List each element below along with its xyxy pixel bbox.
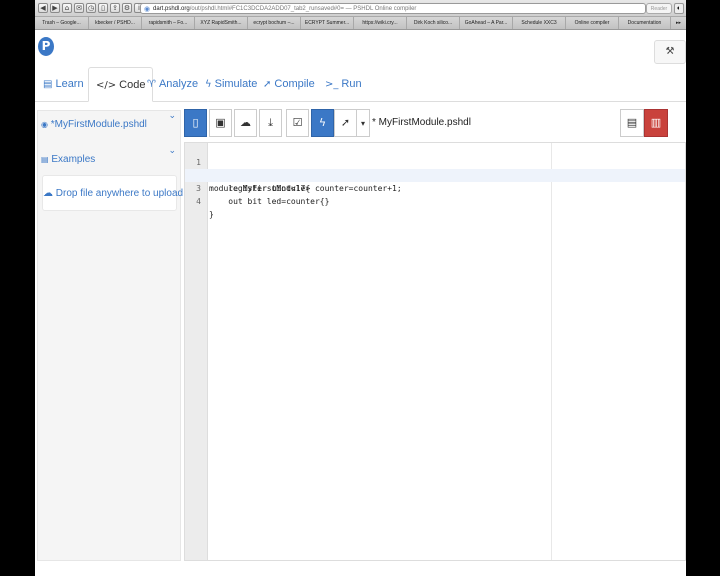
bookmark-item[interactable]: Schedule XXC3 [513, 17, 566, 29]
tab-label: Learn [55, 78, 84, 90]
download-icon: ⤓ [268, 116, 273, 129]
clipboard-icon: ▤ [626, 116, 638, 129]
forward-icon[interactable]: ▶ [50, 3, 60, 13]
bolt-icon: ϟ [205, 79, 212, 90]
main-nav: ▤ Learn </> Code ♈ Analyze ϟ Simulate ➚ Compi… [35, 67, 686, 102]
mail-icon[interactable]: ✉ [74, 3, 84, 13]
bookmark-item[interactable]: rapidsmith – Fo... [142, 17, 195, 29]
book-icon: ▤ [41, 155, 49, 164]
sidebar-item-examples[interactable]: ▤ Examples ⌄ [38, 146, 182, 174]
bookmarks-more-icon[interactable]: ▸▸ [671, 17, 686, 29]
tools-icon[interactable]: ⚙ [122, 3, 132, 13]
extension-icon[interactable]: ◐ [674, 3, 684, 14]
module-label: *MyFirstModule.pshdl [50, 119, 147, 130]
share-icon[interactable]: ⇪ [110, 3, 120, 13]
bookmark-icon[interactable]: ▯ [98, 3, 108, 13]
bookmark-item[interactable]: https://wiki.cry... [354, 17, 407, 29]
print-margin [551, 143, 552, 560]
terminal-icon: >_ [325, 79, 339, 90]
wrench-icon: ⚒ [665, 46, 675, 57]
bookmark-item[interactable]: Online compiler [566, 17, 619, 29]
tab-analyze[interactable]: ♈ Analyze [147, 67, 198, 102]
rocket-icon: ➚ [263, 79, 272, 90]
clipboard-button[interactable]: ▤ [620, 109, 644, 137]
eye-icon: ◉ [41, 120, 48, 129]
code-line[interactable]: 4 } [185, 182, 685, 219]
back-icon[interactable]: ◀ [38, 3, 48, 13]
tab-simulate[interactable]: ϟ Simulate [205, 67, 257, 102]
tab-label: Code [119, 79, 146, 91]
save-button[interactable]: ▣ [209, 109, 232, 137]
reader-button[interactable]: Reader [646, 3, 672, 14]
bookmark-item[interactable]: kbecker / PSHD... [89, 17, 142, 29]
chevron-down-icon[interactable]: ⌄ [168, 146, 176, 156]
bookmark-item[interactable]: Trash – Google... [35, 17, 89, 29]
browser-window: ◀ ▶ ⌂ ✉ ◷ ▯ ⇪ ⚙ i + ◉ dart.pshdl.org/out… [35, 0, 686, 576]
tab-label: Run [341, 78, 362, 90]
book-icon: ▤ [43, 79, 53, 90]
stethoscope-icon: ♈ [147, 79, 156, 90]
bookmark-item[interactable]: XYZ RapidSmith... [195, 17, 248, 29]
sidebar: ◉ *MyFirstModule.pshdl ⌄ ▤ Examples ⌄ ☁ … [37, 110, 183, 561]
bookmark-item[interactable]: GoAhead – A Par... [460, 17, 513, 29]
simulate-button[interactable]: ϟ [311, 109, 334, 137]
bookmark-item[interactable]: ecrypt bochum –... [248, 17, 301, 29]
validate-button[interactable]: ☑ [286, 109, 309, 137]
trash-icon: ▥ [650, 116, 662, 129]
code-line[interactable]: 1 ▾ module MyFirstModule{ [185, 143, 685, 193]
line-text: out bit led=counter{} [209, 197, 330, 206]
download-button[interactable]: ⤓ [259, 109, 282, 137]
bolt-icon: ϟ [318, 116, 327, 129]
url-host: dart.pshdl.org [153, 6, 190, 12]
caret-down-icon: ▾ [360, 119, 365, 128]
chevron-down-icon[interactable]: ⌄ [168, 111, 176, 121]
tab-learn[interactable]: ▤ Learn [43, 67, 84, 102]
tab-label: Compile [274, 78, 315, 90]
tab-code[interactable]: </> Code [88, 67, 154, 102]
settings-button[interactable]: ⚒ [654, 40, 686, 64]
code-editor[interactable]: 1 ▾ module MyFirstModule{ 2 register uin… [184, 142, 686, 561]
bookmark-item[interactable]: Documentation [619, 17, 671, 29]
file-icon: ▯ [192, 116, 199, 129]
rocket-icon: ➚ [340, 116, 351, 129]
tab-run[interactable]: >_ Run [325, 67, 362, 102]
tab-label: Analyze [158, 78, 199, 90]
examples-label: Examples [51, 154, 96, 165]
address-bar[interactable]: ◉ dart.pshdl.org/out/pshdl.html#FC1C3DCD… [140, 3, 646, 14]
bookmarks-bar: Trash – Google... kbecker / PSHD... rapi… [35, 17, 686, 30]
sidebar-item-module[interactable]: ◉ *MyFirstModule.pshdl ⌄ [38, 111, 182, 139]
bookmark-item[interactable]: ECRYPT Summer... [301, 17, 354, 29]
editor-file-tab[interactable]: * MyFirstModule.pshdl [372, 109, 471, 137]
compile-button[interactable]: ➚ [334, 109, 357, 137]
bookmark-item[interactable]: Dirk Koch silico... [407, 17, 460, 29]
floppy-icon: ▣ [215, 116, 226, 129]
url-path: /out/pshdl.html#FC1C3DCDA2ADD07_tab2_run… [189, 6, 417, 12]
checkbox-icon: ☑ [292, 116, 303, 129]
pshdl-logo[interactable]: P [38, 37, 54, 56]
globe-icon: ◉ [144, 6, 151, 13]
new-file-button[interactable]: ▯ [184, 109, 207, 137]
code-line[interactable]: 2 register uint<17> counter=counter+1; [185, 156, 685, 193]
upload-button[interactable]: ☁ [234, 109, 257, 137]
cloud-upload-icon: ☁ [240, 116, 251, 129]
home-icon[interactable]: ⌂ [62, 3, 72, 13]
history-icon[interactable]: ◷ [86, 3, 96, 13]
tab-compile[interactable]: ➚ Compile [263, 67, 315, 102]
upload-dropzone[interactable]: ☁ Drop file anywhere to upload [42, 175, 183, 211]
code-icon: </> [96, 80, 117, 91]
line-text: } [209, 210, 214, 219]
compile-options-dropdown[interactable]: ▾ [356, 109, 370, 137]
line-number: 4 [196, 197, 201, 206]
delete-button[interactable]: ▥ [644, 109, 668, 137]
cloud-upload-icon: ☁ [43, 188, 53, 199]
dropzone-label: Drop file anywhere to upload [55, 188, 184, 199]
code-line-active[interactable]: 3 out bit led=counter{} [185, 169, 685, 206]
tab-label: Simulate [214, 78, 258, 90]
